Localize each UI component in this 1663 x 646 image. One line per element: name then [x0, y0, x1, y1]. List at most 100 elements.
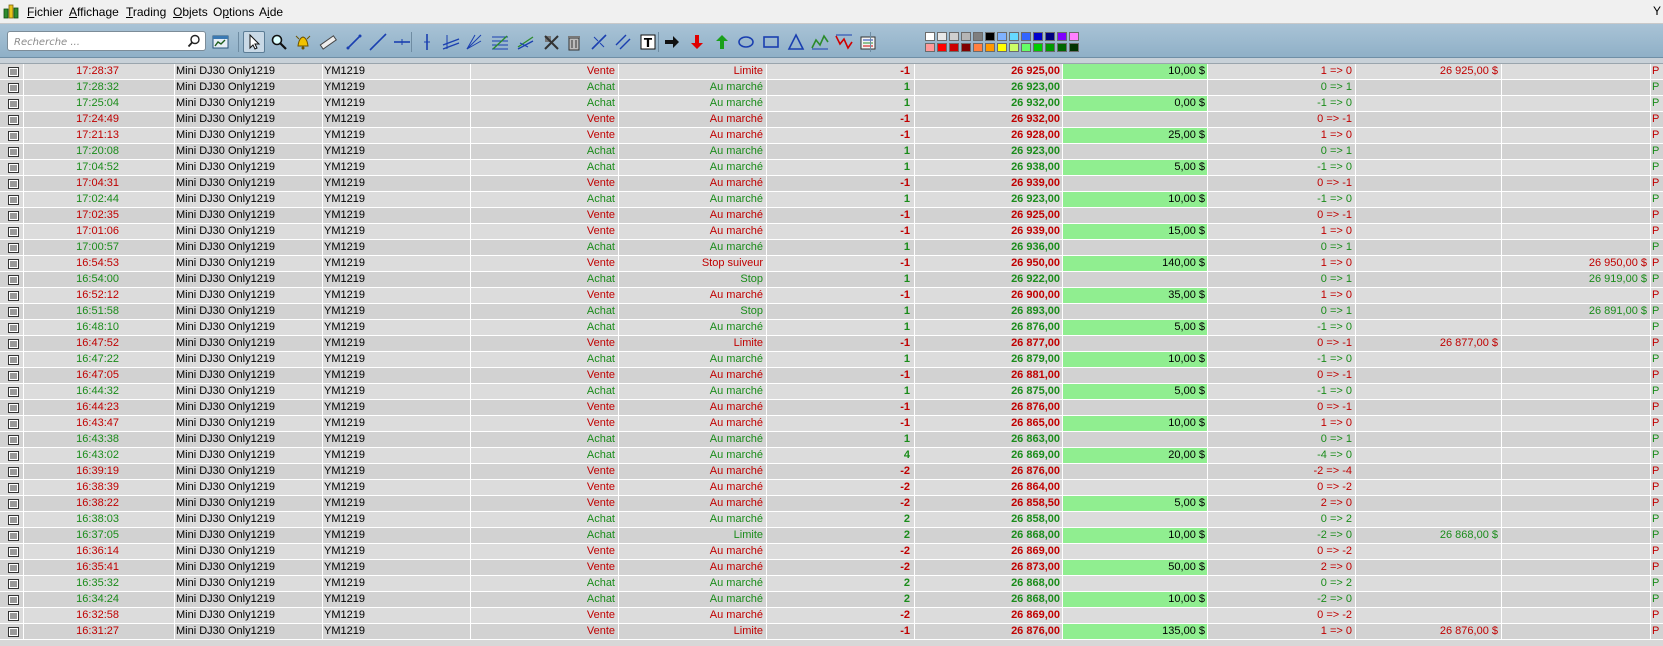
horizontal-line-icon[interactable]: [391, 31, 413, 53]
table-row[interactable]: 16:38:22 Mini DJ30 Only1219 YM1219 Vente Au …: [0, 496, 1663, 512]
cursor-arrow-icon[interactable]: [243, 31, 265, 53]
zigzag-down-icon[interactable]: [833, 31, 855, 53]
table-row[interactable]: 16:47:52 Mini DJ30 Only1219 YM1219 Vente Lim…: [0, 336, 1663, 352]
search-input[interactable]: [12, 33, 186, 51]
table-row[interactable]: 16:52:12 Mini DJ30 Only1219 YM1219 Vente Au …: [0, 288, 1663, 304]
color-swatch-bottom-9[interactable]: [1033, 43, 1043, 52]
order-detail-icon[interactable]: [8, 579, 19, 589]
arrow-right-icon[interactable]: [661, 31, 683, 53]
table-row[interactable]: 16:51:58 Mini DJ30 Only1219 YM1219 Achat Sto…: [0, 304, 1663, 320]
row-detail-cell[interactable]: [0, 224, 24, 239]
table-row[interactable]: 17:04:52 Mini DJ30 Only1219 YM1219 Achat Au …: [0, 160, 1663, 176]
row-detail-cell[interactable]: [0, 592, 24, 607]
table-row[interactable]: 16:47:22 Mini DJ30 Only1219 YM1219 Achat Au …: [0, 352, 1663, 368]
table-row[interactable]: 16:43:47 Mini DJ30 Only1219 YM1219 Vente Au …: [0, 416, 1663, 432]
order-detail-icon[interactable]: [8, 275, 19, 285]
menu-options[interactable]: Options: [213, 4, 254, 20]
order-detail-icon[interactable]: [8, 291, 19, 301]
order-detail-icon[interactable]: [8, 99, 19, 109]
table-row[interactable]: 17:20:08 Mini DJ30 Only1219 YM1219 Achat Au …: [0, 144, 1663, 160]
color-swatch-bottom-11[interactable]: [1057, 43, 1067, 52]
color-swatch-top-11[interactable]: [1057, 32, 1067, 41]
table-row[interactable]: 16:54:53 Mini DJ30 Only1219 YM1219 Vente Sto…: [0, 256, 1663, 272]
row-detail-cell[interactable]: [0, 144, 24, 159]
color-swatch-bottom-5[interactable]: [985, 43, 995, 52]
menu-affichage[interactable]: Affichage: [69, 4, 119, 20]
order-detail-icon[interactable]: [8, 451, 19, 461]
order-detail-icon[interactable]: [8, 467, 19, 477]
order-detail-icon[interactable]: [8, 483, 19, 493]
levels-icon[interactable]: [857, 31, 879, 53]
order-detail-icon[interactable]: [8, 179, 19, 189]
color-swatch-top-0[interactable]: [925, 32, 935, 41]
order-detail-icon[interactable]: [8, 419, 19, 429]
alert-bell-icon[interactable]: [292, 31, 314, 53]
arrow-up-green-icon[interactable]: [711, 31, 733, 53]
rectangle-icon[interactable]: [760, 31, 782, 53]
color-swatch-top-10[interactable]: [1045, 32, 1055, 41]
color-swatch-top-8[interactable]: [1021, 32, 1031, 41]
row-detail-cell[interactable]: [0, 64, 24, 79]
order-detail-icon[interactable]: [8, 243, 19, 253]
delete-tools-icon[interactable]: [540, 31, 562, 53]
table-row[interactable]: 16:36:14 Mini DJ30 Only1219 YM1219 Vente Au …: [0, 544, 1663, 560]
table-row[interactable]: 16:31:27 Mini DJ30 Only1219 YM1219 Vente Lim…: [0, 624, 1663, 640]
row-detail-cell[interactable]: [0, 352, 24, 367]
order-detail-icon[interactable]: [8, 131, 19, 141]
table-row[interactable]: 16:44:23 Mini DJ30 Only1219 YM1219 Vente Au …: [0, 400, 1663, 416]
table-row[interactable]: 16:39:19 Mini DJ30 Only1219 YM1219 Vente Au …: [0, 464, 1663, 480]
order-detail-icon[interactable]: [8, 563, 19, 573]
color-swatch-bottom-10[interactable]: [1045, 43, 1055, 52]
menu-aide[interactable]: Aide: [259, 4, 283, 20]
menu-trading[interactable]: Trading: [126, 4, 166, 20]
screener-icon[interactable]: [209, 31, 233, 53]
row-detail-cell[interactable]: [0, 496, 24, 511]
color-swatch-top-3[interactable]: [961, 32, 971, 41]
color-swatch-bottom-8[interactable]: [1021, 43, 1031, 52]
color-swatch-bottom-0[interactable]: [925, 43, 935, 52]
color-swatch-top-9[interactable]: [1033, 32, 1043, 41]
color-swatch-top-4[interactable]: [973, 32, 983, 41]
row-detail-cell[interactable]: [0, 448, 24, 463]
menu-objets[interactable]: Objets: [173, 4, 208, 20]
ellipse-icon[interactable]: [735, 31, 757, 53]
arrow-down-red-icon[interactable]: [686, 31, 708, 53]
order-detail-icon[interactable]: [8, 211, 19, 221]
order-detail-icon[interactable]: [8, 547, 19, 557]
channel-icon[interactable]: [440, 31, 462, 53]
order-detail-icon[interactable]: [8, 339, 19, 349]
table-row[interactable]: 16:47:05 Mini DJ30 Only1219 YM1219 Vente Au …: [0, 368, 1663, 384]
color-swatch-top-5[interactable]: [985, 32, 995, 41]
row-detail-cell[interactable]: [0, 160, 24, 175]
table-row[interactable]: 16:48:10 Mini DJ30 Only1219 YM1219 Achat Au …: [0, 320, 1663, 336]
row-detail-cell[interactable]: [0, 192, 24, 207]
row-detail-cell[interactable]: [0, 560, 24, 575]
order-detail-icon[interactable]: [8, 83, 19, 93]
row-detail-cell[interactable]: [0, 528, 24, 543]
color-swatch-top-2[interactable]: [949, 32, 959, 41]
color-palette[interactable]: [925, 30, 1081, 54]
row-detail-cell[interactable]: [0, 368, 24, 383]
table-row[interactable]: 17:02:44 Mini DJ30 Only1219 YM1219 Achat Au …: [0, 192, 1663, 208]
order-detail-icon[interactable]: [8, 227, 19, 237]
row-detail-cell[interactable]: [0, 256, 24, 271]
order-detail-icon[interactable]: [8, 435, 19, 445]
row-detail-cell[interactable]: [0, 432, 24, 447]
order-detail-icon[interactable]: [8, 307, 19, 317]
order-detail-icon[interactable]: [8, 515, 19, 525]
order-detail-icon[interactable]: [8, 323, 19, 333]
line-icon[interactable]: [367, 31, 389, 53]
color-swatch-bottom-1[interactable]: [937, 43, 947, 52]
order-detail-icon[interactable]: [8, 627, 19, 637]
fibonacci-icon[interactable]: [489, 31, 511, 53]
table-row[interactable]: 17:28:37 Mini DJ30 Only1219 YM1219 Vente Lim…: [0, 64, 1663, 80]
row-detail-cell[interactable]: [0, 128, 24, 143]
order-detail-icon[interactable]: [8, 403, 19, 413]
table-row[interactable]: 16:37:05 Mini DJ30 Only1219 YM1219 Achat Lim…: [0, 528, 1663, 544]
row-detail-cell[interactable]: [0, 384, 24, 399]
row-detail-cell[interactable]: [0, 208, 24, 223]
vertical-line-icon[interactable]: [416, 31, 438, 53]
row-detail-cell[interactable]: [0, 96, 24, 111]
color-swatch-bottom-6[interactable]: [997, 43, 1007, 52]
table-row[interactable]: 17:24:49 Mini DJ30 Only1219 YM1219 Vente Au …: [0, 112, 1663, 128]
